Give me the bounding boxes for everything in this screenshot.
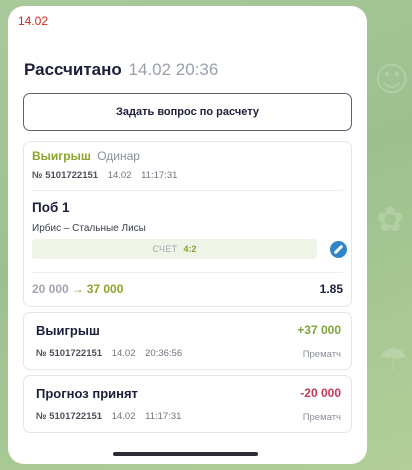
score-label: СЧЕТ — [152, 244, 178, 254]
bet-date: 14.02 — [107, 170, 132, 181]
transaction-row[interactable]: Выигрыш +37 000 № 5101722151 14.02 20:36… — [23, 312, 352, 370]
transaction-amount: +37 000 — [297, 323, 341, 337]
divider — [32, 190, 343, 191]
background-doodle: ✿ — [376, 200, 405, 240]
transaction-date: 14.02 — [111, 411, 136, 422]
transaction-meta: № 5101722151 14.02 11:17:31 — [36, 411, 181, 422]
ask-question-button[interactable]: Задать вопрос по расчету — [23, 93, 352, 131]
transaction-title: Выигрыш — [36, 323, 100, 338]
bet-meta: № 5101722151 14.02 11:17:31 — [32, 170, 177, 181]
page-title-date: 14.02 20:36 — [128, 60, 219, 79]
bet-amounts: 20 000 → 37 000 — [32, 282, 123, 296]
hockey-puck-icon — [330, 241, 347, 258]
background-doodle: ☂ — [378, 340, 409, 380]
score-bar: СЧЕТ 4:2 — [32, 239, 317, 259]
payout-amount: 37 000 — [86, 282, 124, 296]
bet-time: 11:17:31 — [141, 170, 178, 181]
transaction-time: 11:17:31 — [145, 411, 182, 422]
corner-date: 14.02 — [18, 14, 49, 28]
page-title: Рассчитано 14.02 20:36 — [24, 60, 218, 80]
bet-odds: 1.85 — [319, 282, 343, 296]
page-title-status: Рассчитано — [24, 60, 122, 79]
transaction-title: Прогноз принят — [36, 386, 138, 401]
transaction-time: 20:36:56 — [145, 348, 183, 359]
bet-outcome: Поб 1 — [32, 200, 70, 215]
transaction-kind: Прематч — [302, 349, 341, 360]
transaction-number: № 5101722151 — [36, 348, 103, 359]
stake-amount: 20 000 — [32, 282, 69, 296]
transaction-amount: -20 000 — [300, 386, 341, 400]
divider — [32, 272, 343, 273]
arrow-right-icon: → — [71, 282, 84, 296]
background-doodle: ☺ — [374, 60, 410, 100]
score-value: 4:2 — [183, 244, 197, 254]
bet-details-sheet: 14.02 Рассчитано 14.02 20:36 Задать вопр… — [8, 6, 367, 464]
transaction-row[interactable]: Прогноз принят -20 000 № 5101722151 14.0… — [23, 375, 352, 433]
bet-card[interactable]: Выигрыш Одинар № 5101722151 14.02 11:17:… — [23, 141, 352, 307]
bet-type-label: Одинар — [97, 149, 140, 163]
event-name: Ирбис – Стальные Лисы — [32, 223, 146, 234]
home-indicator[interactable] — [113, 452, 258, 456]
bet-status: Выигрыш Одинар — [32, 149, 140, 163]
bet-status-label: Выигрыш — [32, 149, 91, 163]
bet-number: № 5101722151 — [32, 170, 99, 181]
transaction-date: 14.02 — [111, 348, 136, 359]
transaction-meta: № 5101722151 14.02 20:36:56 — [36, 348, 182, 359]
transaction-kind: Прематч — [302, 412, 341, 423]
transaction-number: № 5101722151 — [36, 411, 103, 422]
